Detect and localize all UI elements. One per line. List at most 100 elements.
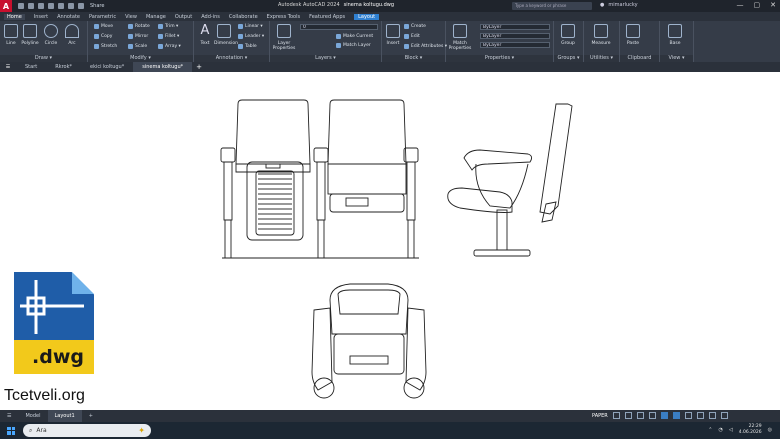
dimension-tool[interactable]: Dimension: [214, 24, 238, 46]
lineweight-dropdown[interactable]: ByLayer: [480, 42, 550, 48]
scale-tool[interactable]: Scale: [128, 44, 147, 49]
windows-start-icon[interactable]: [7, 426, 15, 435]
layout-tab-layout1[interactable]: Layout1: [47, 410, 82, 422]
modify-panel-title[interactable]: Modify ▾: [88, 55, 193, 62]
new-tab-button[interactable]: +: [196, 63, 202, 71]
user-account[interactable]: ● mimarlucky: [600, 2, 638, 8]
undo-icon[interactable]: [68, 3, 74, 9]
match-properties-tool[interactable]: Match Properties: [448, 24, 472, 51]
tab-featured-apps[interactable]: Featured Apps: [309, 14, 345, 20]
annotation-scale-icon[interactable]: [696, 412, 704, 419]
layers-panel-title[interactable]: Layers ▾: [270, 55, 381, 62]
tab-add-ins[interactable]: Add-ins: [201, 14, 220, 20]
color-dropdown[interactable]: ByLayer: [480, 24, 550, 30]
group-tool[interactable]: Group: [558, 24, 578, 46]
osnap-icon[interactable]: [660, 412, 668, 419]
network-icon[interactable]: ◔: [718, 427, 722, 433]
polyline-tool[interactable]: Polyline: [20, 24, 40, 46]
doc-tab-sinema-koltugu[interactable]: sinema koltugu*: [133, 62, 193, 72]
stretch-tool[interactable]: Stretch: [94, 44, 117, 49]
ortho-icon[interactable]: [636, 412, 644, 419]
rotate-tool[interactable]: Rotate: [128, 24, 150, 29]
match-layer-tool[interactable]: Match Layer: [336, 43, 371, 48]
layer-dropdown[interactable]: 0: [300, 24, 378, 30]
doc-tab-start[interactable]: Start: [16, 62, 46, 72]
workspace-gear-icon[interactable]: [708, 412, 716, 419]
edit-block-tool[interactable]: Edit: [404, 34, 420, 39]
open-file-icon[interactable]: [28, 3, 34, 9]
otrack-icon[interactable]: [672, 412, 680, 419]
fillet-tool[interactable]: Fillet ▾: [158, 34, 179, 39]
view-panel-title[interactable]: View ▾: [660, 55, 693, 62]
grid-icon[interactable]: [612, 412, 620, 419]
layout-tab-model[interactable]: Model: [18, 410, 47, 422]
new-file-icon[interactable]: [18, 3, 24, 9]
share-button[interactable]: Share: [90, 3, 104, 9]
tab-manage[interactable]: Manage: [146, 14, 166, 20]
create-block-tool[interactable]: Create: [404, 24, 426, 29]
draw-panel-title[interactable]: Draw ▾: [0, 55, 87, 62]
tab-layout[interactable]: Layout: [354, 13, 380, 20]
block-panel-title[interactable]: Block ▾: [382, 55, 445, 62]
notification-bell-icon[interactable]: ◎: [768, 427, 772, 433]
line-tool[interactable]: Line: [1, 24, 21, 46]
hamburger-icon[interactable]: ☰: [0, 410, 18, 422]
app-menu-icon[interactable]: ☰: [0, 64, 16, 70]
copy-tool[interactable]: Copy: [94, 34, 112, 39]
autocad-logo-icon[interactable]: A: [0, 0, 12, 12]
make-current-label: Make Current: [343, 34, 374, 39]
tab-view[interactable]: View: [125, 14, 137, 20]
array-tool[interactable]: Array ▾: [158, 44, 181, 49]
groups-panel-title[interactable]: Groups ▾: [554, 55, 583, 62]
close-button[interactable]: ✕: [770, 1, 776, 9]
help-search-input[interactable]: Type a keyword or phrase: [512, 2, 592, 10]
tab-collaborate[interactable]: Collaborate: [229, 14, 258, 20]
add-layout-button[interactable]: +: [82, 410, 100, 422]
utilities-panel-title[interactable]: Utilities ▾: [584, 55, 619, 62]
tab-output[interactable]: Output: [175, 14, 192, 20]
tab-annotate[interactable]: Annotate: [57, 14, 80, 20]
volume-icon[interactable]: ◁: [729, 427, 733, 433]
linear-tool[interactable]: Linear ▾: [238, 24, 263, 29]
maximize-button[interactable]: ▢: [754, 1, 761, 9]
redo-icon[interactable]: [78, 3, 84, 9]
tab-express-tools[interactable]: Express Tools: [267, 14, 300, 20]
circle-tool[interactable]: Circle: [41, 24, 61, 46]
lineweight-icon[interactable]: [684, 412, 692, 419]
mirror-tool[interactable]: Mirror: [128, 34, 148, 39]
clock[interactable]: 22:29 4.06.2026: [739, 424, 762, 436]
save-as-icon[interactable]: [48, 3, 54, 9]
layer-properties-tool[interactable]: Layer Properties: [272, 24, 296, 51]
snap-icon[interactable]: [624, 412, 632, 419]
edit-attributes-tool[interactable]: Edit Attributes ▾: [404, 44, 447, 49]
customize-icon[interactable]: [720, 412, 728, 419]
chevron-up-icon[interactable]: ⌃: [708, 427, 712, 433]
move-tool[interactable]: Move: [94, 24, 113, 29]
status-toolbar: PAPER: [592, 412, 728, 419]
trim-tool[interactable]: Trim ▾: [158, 24, 178, 29]
print-icon[interactable]: [58, 3, 64, 9]
arc-tool[interactable]: Arc: [62, 24, 82, 46]
drawing-canvas[interactable]: .dwg Tcetveli.org: [0, 72, 780, 410]
minimize-button[interactable]: —: [737, 1, 744, 9]
measure-tool[interactable]: Measure: [591, 24, 611, 46]
polar-icon[interactable]: [648, 412, 656, 419]
linetype-dropdown[interactable]: ByLayer: [480, 33, 550, 39]
save-icon[interactable]: [38, 3, 44, 9]
doc-tab-ekici-koltugu[interactable]: ekici koltugu*: [81, 62, 133, 72]
paste-tool[interactable]: Paste: [623, 24, 643, 46]
tab-parametric[interactable]: Parametric: [89, 14, 116, 20]
taskbar-search-box[interactable]: ⌕ Ara ✦: [23, 424, 151, 437]
properties-panel-title[interactable]: Properties ▾: [446, 55, 553, 62]
make-current-tool[interactable]: Make Current: [336, 34, 373, 39]
doc-tab-rkrok[interactable]: Rkrok*: [46, 62, 81, 72]
tab-insert[interactable]: Insert: [34, 14, 48, 20]
leader-tool[interactable]: Leader ▾: [238, 34, 264, 39]
paper-space-label[interactable]: PAPER: [592, 413, 608, 419]
annotation-panel-title[interactable]: Annotation ▾: [194, 55, 269, 62]
table-tool[interactable]: Table: [238, 44, 257, 49]
base-view-tool[interactable]: Base: [665, 24, 685, 46]
tab-home[interactable]: Home: [4, 13, 25, 20]
insert-tool[interactable]: Insert: [383, 24, 403, 46]
text-tool[interactable]: A Text: [195, 24, 215, 47]
